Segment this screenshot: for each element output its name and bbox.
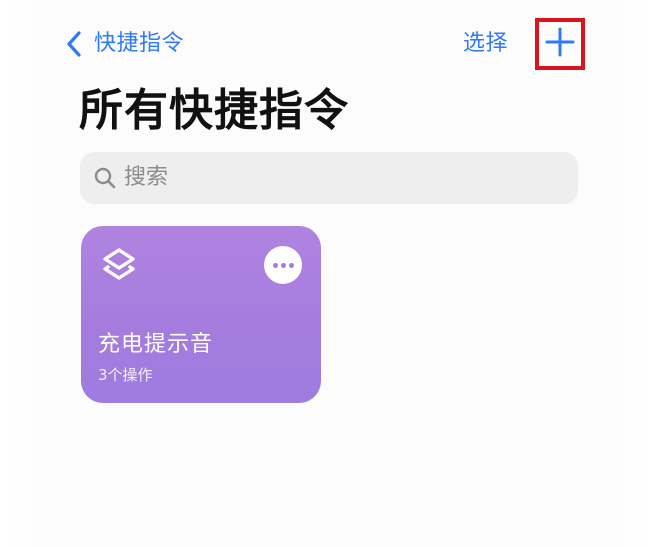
search-placeholder: 搜索 bbox=[124, 165, 169, 190]
layers-icon bbox=[99, 246, 139, 290]
search-icon bbox=[92, 165, 118, 191]
search-input[interactable]: 搜索 bbox=[80, 152, 578, 204]
select-button[interactable]: 选择 bbox=[463, 28, 508, 60]
add-shortcut-button[interactable] bbox=[535, 18, 585, 70]
back-label: 快捷指令 bbox=[94, 31, 185, 56]
plus-icon bbox=[545, 27, 575, 61]
more-icon bbox=[272, 262, 278, 268]
back-button[interactable]: 快捷指令 bbox=[66, 28, 184, 60]
more-button[interactable] bbox=[264, 246, 302, 284]
shortcut-action-count: 3个操作 bbox=[98, 366, 153, 384]
shortcuts-screen: 快捷指令 选择 所有快捷指令 搜索 充电提示音 3个操作 bbox=[0, 0, 655, 547]
shortcut-card[interactable]: 充电提示音 3个操作 bbox=[81, 226, 321, 403]
chevron-left-icon bbox=[66, 28, 88, 60]
shortcut-name: 充电提示音 bbox=[98, 332, 214, 357]
page-title: 所有快捷指令 bbox=[79, 85, 349, 136]
